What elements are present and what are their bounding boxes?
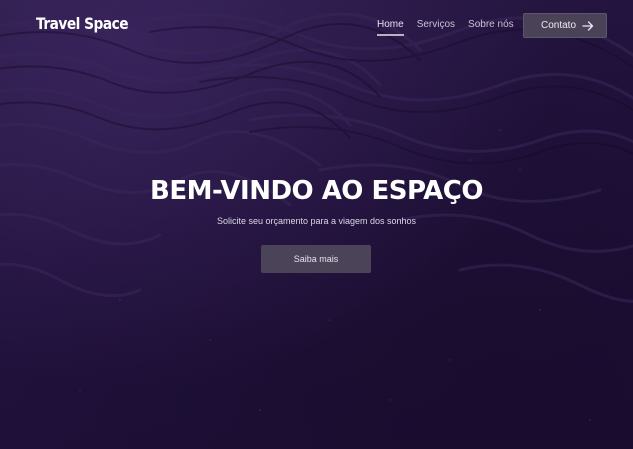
navbar: Travel Space Home Serviços Sobre nós Con…	[0, 0, 633, 50]
hero-section: Travel Space Home Serviços Sobre nós Con…	[0, 0, 633, 449]
nav-links: Home Serviços Sobre nós	[377, 19, 514, 36]
hero-subtitle: Solicite seu orçamento para a viagem dos…	[216, 216, 417, 226]
nav-item-about[interactable]: Sobre nós	[468, 19, 514, 30]
hero-headline: BEM-VINDO AO ESPAÇO	[150, 176, 483, 206]
learn-more-button[interactable]: Saiba mais	[261, 245, 371, 273]
logo[interactable]: Travel Space	[36, 14, 129, 33]
contact-button-label: Contato	[541, 20, 577, 31]
nav-item-home[interactable]: Home	[377, 19, 404, 36]
contact-button[interactable]: Contato	[523, 13, 607, 38]
arrow-right-icon	[582, 21, 594, 31]
nav-item-services[interactable]: Serviços	[417, 19, 455, 30]
